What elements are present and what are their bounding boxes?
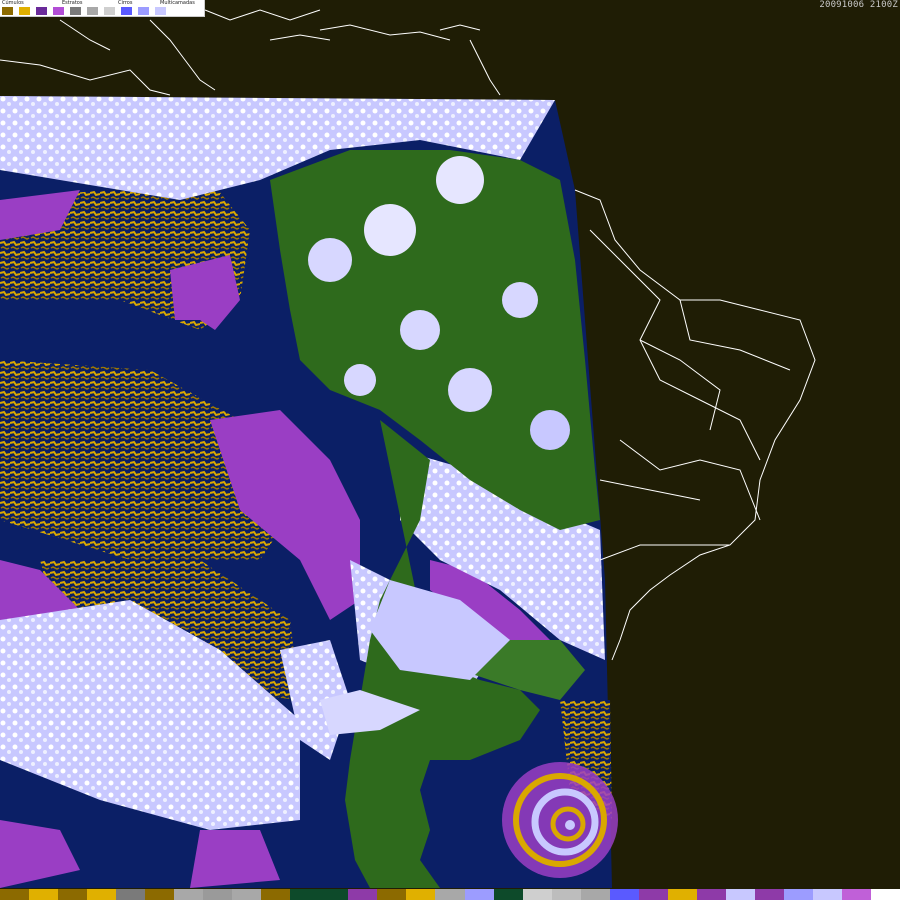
color-scale-segment [696, 889, 726, 900]
legend-swatch [19, 7, 30, 15]
satellite-cloud-map [0, 0, 900, 900]
color-scale-segment [319, 889, 349, 900]
color-scale-segment [290, 889, 320, 900]
color-scale-segment [783, 889, 813, 900]
color-scale-segment [87, 889, 117, 900]
color-scale-segment [261, 889, 291, 900]
legend-swatch [104, 7, 115, 15]
color-scale-segment [754, 889, 784, 900]
color-scale-segment [464, 889, 494, 900]
color-scale-segment [435, 889, 465, 900]
cyclone-swirl [502, 762, 618, 878]
legend-swatch [87, 7, 98, 15]
color-scale-segment [551, 889, 581, 900]
legend-label-cumulos: Cúmulos [2, 0, 24, 6]
color-scale-segment [609, 889, 639, 900]
image-timestamp: 20091006 2100Z [819, 0, 898, 10]
color-scale-segment [348, 889, 378, 900]
color-scale-segment [522, 889, 552, 900]
legend-label-cirros: Cirros [118, 0, 133, 6]
color-scale-segment [812, 889, 842, 900]
color-scale-segment [638, 889, 668, 900]
legend-swatch [121, 7, 132, 15]
color-scale-segment [377, 889, 407, 900]
color-scale-segment [493, 889, 523, 900]
color-scale-segment [580, 889, 610, 900]
color-scale-segment [232, 889, 262, 900]
legend-swatch [138, 7, 149, 15]
color-scale-segment [870, 889, 900, 900]
legend-swatch [70, 7, 81, 15]
legend-label-estratos: Estratos [62, 0, 83, 6]
legend-swatch [155, 7, 166, 15]
legend-swatch [53, 7, 64, 15]
color-scale-segment [406, 889, 436, 900]
color-scale-segment [58, 889, 88, 900]
legend-swatch [2, 7, 13, 15]
color-scale-segment [667, 889, 697, 900]
bottom-color-scale [0, 889, 900, 900]
color-scale-segment [203, 889, 233, 900]
color-scale-segment [29, 889, 59, 900]
legend-label-multicamadas: Multicamadas [160, 0, 195, 6]
color-scale-segment [145, 889, 175, 900]
color-scale-segment [841, 889, 871, 900]
legend-swatch [36, 7, 47, 15]
color-scale-segment [0, 889, 30, 900]
legend-swatch [189, 7, 200, 15]
color-scale-segment [174, 889, 204, 900]
color-scale-segment [725, 889, 755, 900]
cloud-type-legend: Cúmulos Estratos Cirros Multicamadas [0, 0, 205, 17]
color-scale-segment [116, 889, 146, 900]
legend-swatch [172, 7, 183, 15]
